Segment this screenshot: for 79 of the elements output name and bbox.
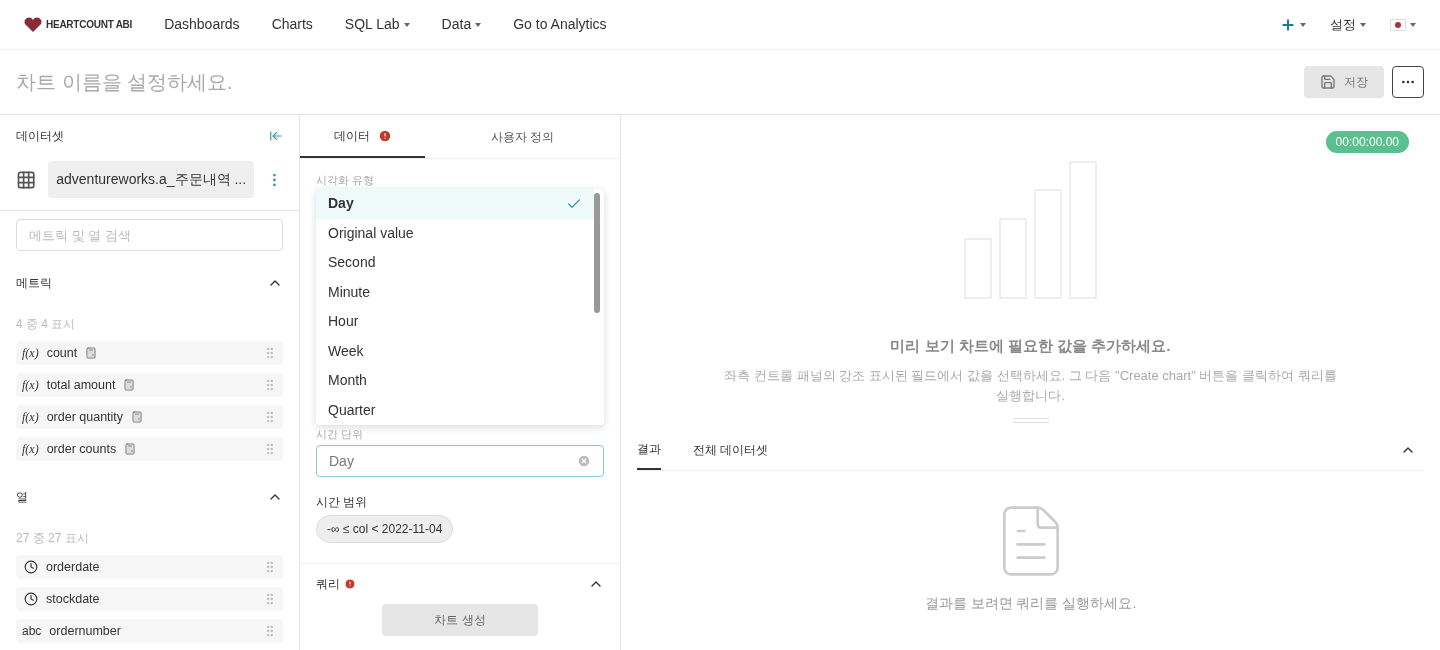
dropdown-option[interactable]: Original value: [316, 218, 594, 248]
panel-title: 데이터셋: [16, 128, 64, 145]
nav-link[interactable]: Charts: [271, 14, 313, 35]
type-label: f(x): [22, 441, 39, 458]
field-label: 시각화 유형: [316, 173, 376, 187]
nav-link[interactable]: Go to Analytics: [513, 14, 607, 35]
panel-tab[interactable]: 사용자 정의: [425, 115, 620, 158]
calculator-icon: [123, 379, 136, 391]
scrollbar-thumb[interactable]: [594, 193, 600, 313]
language-menu[interactable]: [1390, 18, 1416, 31]
section-title: 열: [16, 489, 28, 506]
field-name: order quantity: [46, 408, 124, 426]
type-label: abc: [22, 623, 42, 640]
calculator-icon: [85, 347, 98, 359]
nav-link[interactable]: Data: [441, 14, 482, 35]
collapse-panel-icon[interactable]: [269, 129, 283, 143]
dropdown-option[interactable]: Day: [316, 189, 594, 219]
dataset-name[interactable]: adventureworks.a_주문내역 ...: [48, 161, 255, 198]
caret-icon: [1300, 22, 1306, 27]
dropdown-option[interactable]: Week: [316, 336, 594, 366]
field-item[interactable]: orderdate: [16, 555, 283, 579]
section-title: 쿼리: [316, 576, 340, 593]
panel-tab[interactable]: 데이터: [300, 115, 425, 158]
dropdown-option[interactable]: Hour: [316, 307, 594, 337]
dropdown-option[interactable]: Quarter: [316, 395, 594, 425]
plus-icon: [1280, 16, 1296, 33]
empty-heading: 미리 보기 차트에 필요한 값을 추가하세요.: [889, 336, 1172, 356]
flag-icon: [1390, 18, 1406, 31]
type-label: f(x): [22, 409, 39, 426]
type-label: f(x): [22, 345, 39, 362]
field-name: total amount: [46, 376, 116, 394]
empty-description: 좌측 컨트롤 패널의 강조 표시된 필드에서 값을 선택하세요. 그 다음 "Create chart" 버튼을 클릭하여 쿼리를 실행합니다.: [723, 366, 1338, 405]
resize-handle[interactable]: [1012, 417, 1049, 423]
result-tab[interactable]: 결과: [637, 430, 661, 470]
logo-text: HEARTCOUNT ABI: [46, 18, 133, 32]
nav-link[interactable]: Dashboards: [164, 14, 240, 35]
search-field[interactable]: 메트릭 및 열 검색: [16, 219, 283, 251]
field-name: order counts: [46, 440, 117, 458]
type-label: f(x): [22, 377, 39, 394]
caret-icon: [1410, 22, 1416, 27]
calculator-icon: [131, 411, 144, 423]
field-name: count: [46, 344, 78, 362]
warning-icon: [344, 578, 356, 590]
time-grain-field[interactable]: Day: [316, 445, 604, 477]
clock-icon: [24, 592, 38, 606]
clear-icon[interactable]: [577, 454, 591, 468]
section-title: 메트릭: [16, 275, 52, 292]
field-name: orderdate: [46, 558, 100, 576]
item-count: 27 중 27 표시: [16, 530, 90, 547]
dropdown-option[interactable]: Minute: [316, 277, 594, 307]
field-label: 시간 범위: [316, 494, 369, 511]
field-item[interactable]: stockdate: [16, 587, 283, 611]
dropdown-option[interactable]: Month: [316, 366, 594, 396]
clock-icon: [24, 560, 38, 574]
calculator-icon: [124, 443, 137, 455]
field-label: 시간 단위: [316, 427, 365, 441]
save-button[interactable]: 저장: [1304, 66, 1384, 98]
time-range-chip[interactable]: -∞ ≤ col < 2022-11-04: [316, 515, 454, 543]
heart-logo-icon: [24, 16, 42, 33]
dropdown-option[interactable]: Second: [316, 248, 594, 278]
save-icon: [1320, 74, 1336, 90]
field-item[interactable]: f(x) total amount: [16, 373, 283, 397]
nav-link[interactable]: SQL Lab: [344, 14, 410, 35]
field-value: Day: [329, 451, 354, 471]
field-name: ordernumber: [49, 622, 121, 640]
item-count: 4 중 4 표시: [16, 316, 77, 333]
create-chart-button[interactable]: 차트 생성: [382, 604, 538, 636]
field-item[interactable]: f(x) order quantity: [16, 405, 283, 429]
field-name: stockdate: [46, 590, 100, 608]
empty-message: 결과를 보려면 쿼리를 실행하세요.: [924, 593, 1137, 613]
caret-icon: [1360, 22, 1366, 27]
field-item[interactable]: f(x) count: [16, 341, 283, 365]
field-item[interactable]: abc ordernumber: [16, 619, 283, 643]
settings-menu[interactable]: 설정: [1330, 14, 1366, 35]
add-button[interactable]: [1280, 16, 1306, 33]
field-item[interactable]: f(x) order counts: [16, 437, 283, 461]
result-tab[interactable]: 전체 데이터셋: [693, 430, 769, 470]
more-button[interactable]: [1392, 66, 1424, 98]
timer-badge: 00:00:00.00: [1325, 131, 1409, 153]
